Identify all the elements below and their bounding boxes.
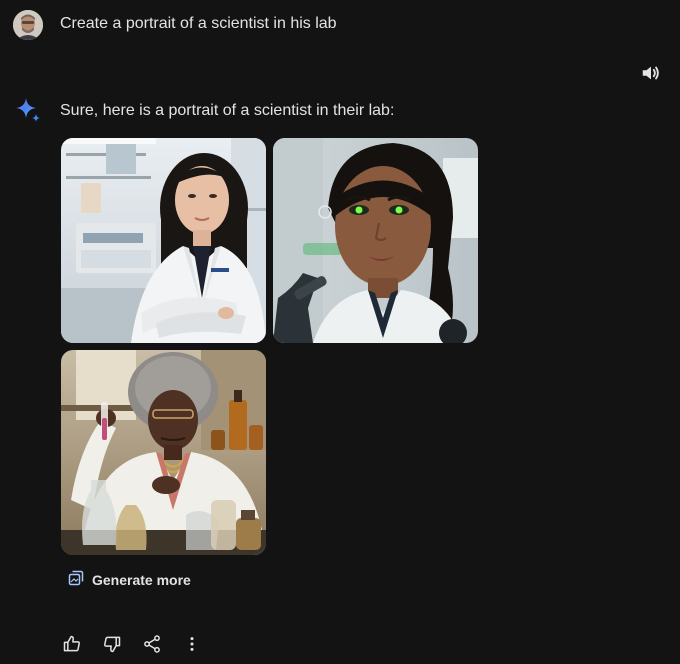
- share-icon[interactable]: [138, 630, 166, 658]
- generate-more-button[interactable]: Generate more: [62, 566, 197, 594]
- user-prompt-text: Create a portrait of a scientist in his …: [60, 15, 337, 32]
- user-avatar[interactable]: [13, 10, 43, 40]
- user-message-row: [13, 10, 43, 40]
- more-vertical-icon[interactable]: [178, 630, 206, 658]
- generated-image-2[interactable]: [273, 138, 478, 343]
- thumbs-up-icon[interactable]: [58, 630, 86, 658]
- thumbs-down-icon[interactable]: [98, 630, 126, 658]
- response-text: Sure, here is a portrait of a scientist …: [60, 102, 395, 119]
- gemini-sparkle-icon: [14, 96, 42, 124]
- image-stack-icon: [68, 570, 84, 591]
- generated-image-1[interactable]: [61, 138, 266, 343]
- generated-image-3[interactable]: [61, 350, 266, 555]
- response-actions: [58, 630, 206, 658]
- speaker-icon[interactable]: [640, 62, 662, 84]
- generate-more-label: Generate more: [92, 572, 191, 588]
